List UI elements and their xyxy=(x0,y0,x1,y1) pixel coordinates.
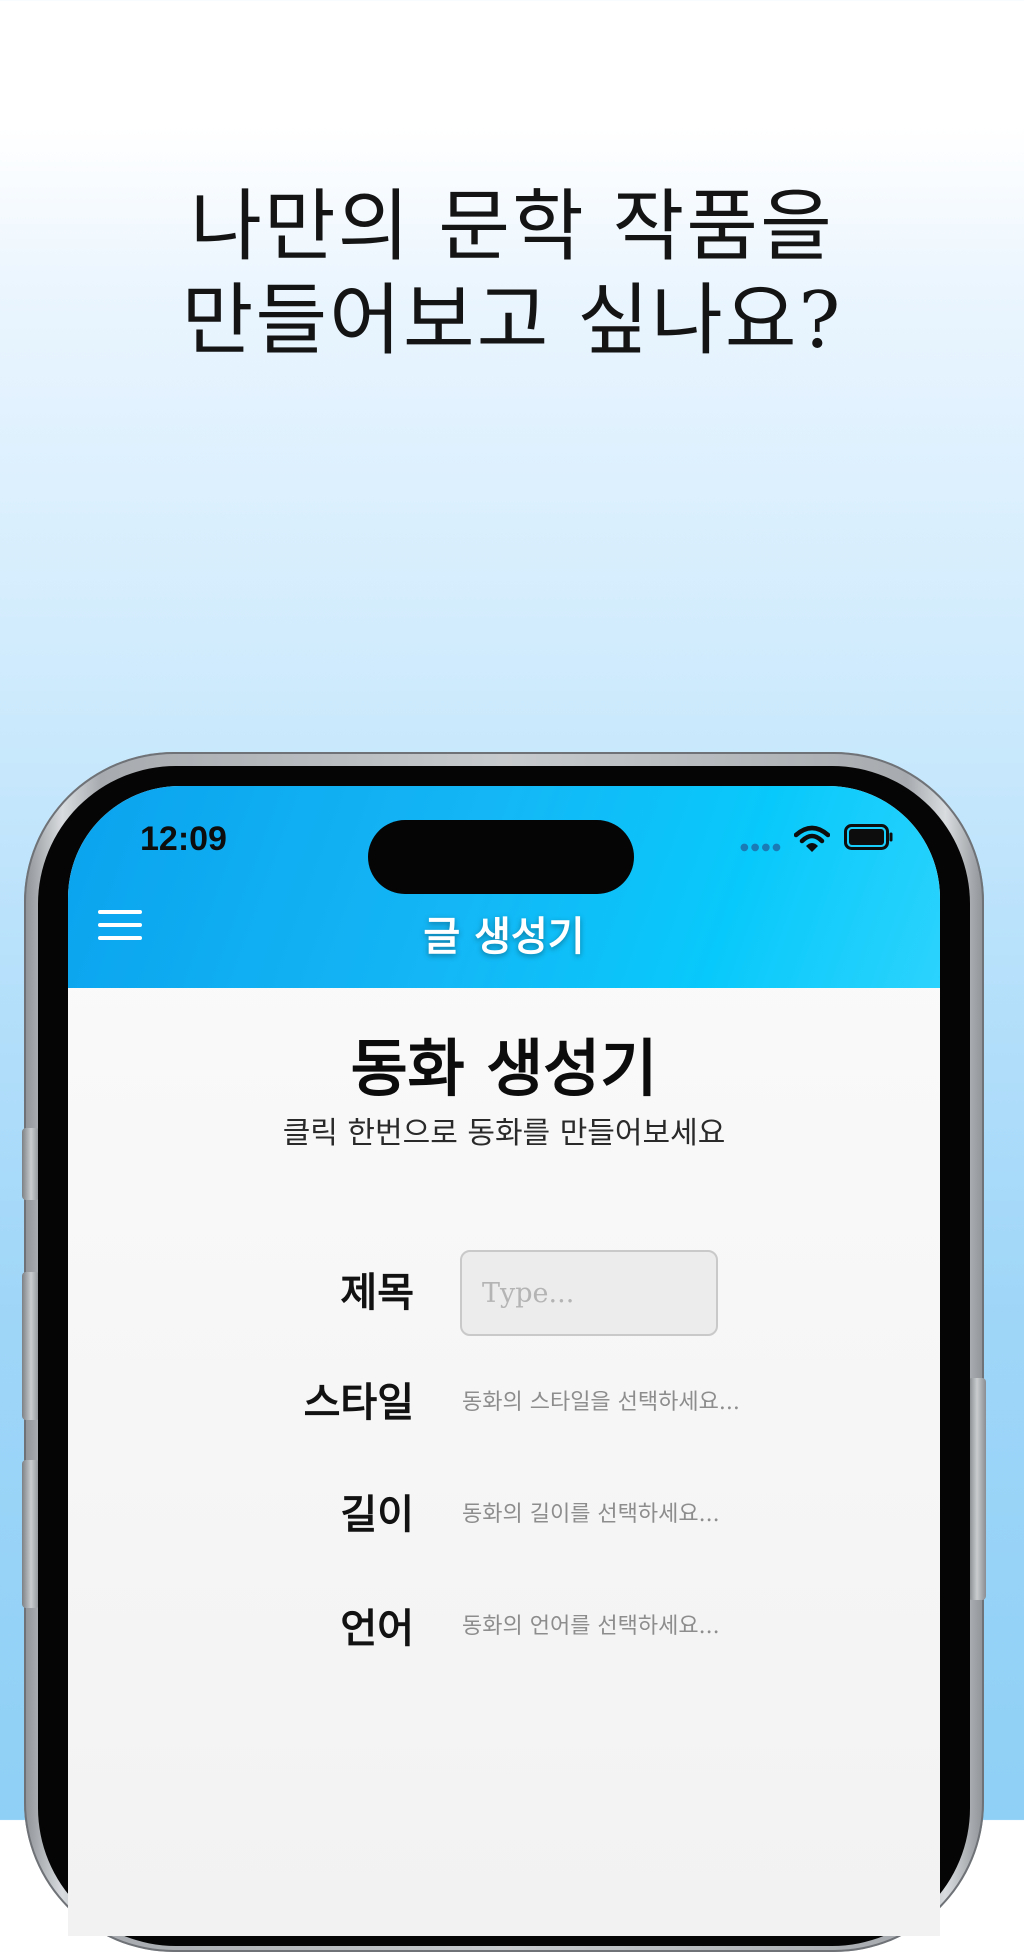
power-button xyxy=(968,1378,986,1600)
phone-screen: 12:09 ●●●● 글 생성기 동화 생성기 클릭 한번으로 동화를 만들어보… xyxy=(68,786,940,1936)
status-time: 12:09 xyxy=(140,820,227,858)
language-label: 언어 xyxy=(340,1606,414,1652)
length-picker[interactable]: 동화의 길이를 선택하세요... xyxy=(462,1496,882,1528)
promo-headline: 나만의 문학 작품을 만들어보고 싶나요? xyxy=(0,180,1024,368)
promo-headline-line2: 만들어보고 싶나요? xyxy=(181,276,843,366)
title-label: 제목 xyxy=(340,1270,414,1316)
app-bar: 12:09 ●●●● 글 생성기 xyxy=(68,786,940,988)
style-picker[interactable]: 동화의 스타일을 선택하세요... xyxy=(462,1384,882,1416)
dynamic-island xyxy=(368,820,634,894)
battery-icon xyxy=(844,824,893,850)
language-picker[interactable]: 동화의 언어를 선택하세요... xyxy=(462,1608,882,1640)
length-label: 길이 xyxy=(340,1492,414,1538)
page-subtitle: 클릭 한번으로 동화를 만들어보세요 xyxy=(282,1116,726,1151)
style-label: 스타일 xyxy=(303,1380,414,1426)
promo-headline-line1: 나만의 문학 작품을 xyxy=(190,182,834,272)
wifi-icon xyxy=(794,825,830,852)
page-title: 동화 생성기 xyxy=(350,1032,658,1105)
cellular-signal-icon: ●●●● xyxy=(740,842,783,853)
title-input[interactable] xyxy=(460,1250,718,1336)
app-bar-title: 글 생성기 xyxy=(423,913,585,960)
